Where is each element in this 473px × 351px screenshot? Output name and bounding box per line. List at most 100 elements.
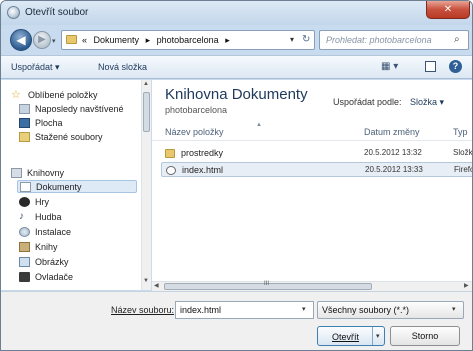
back-button[interactable]: ◀ (10, 29, 32, 51)
split-divider (372, 327, 373, 345)
nav-desktop[interactable]: Plocha (19, 116, 63, 129)
column-name[interactable]: Název položky (165, 127, 224, 137)
breadcrumb-dokumenty[interactable]: Dokumenty (94, 35, 140, 45)
preview-pane-icon[interactable] (425, 61, 436, 72)
nav-label: Oblíbené položky (28, 89, 98, 100)
nav-label: Ovladače (35, 271, 74, 282)
search-placeholder: Prohledat: photobarcelona (326, 35, 432, 45)
open-button-label: Otevřít (332, 332, 360, 342)
nav-recent-places[interactable]: Naposledy navštívené (19, 102, 124, 115)
chevron-down-icon[interactable]: ▾ (290, 35, 294, 44)
filetype-value: Všechny soubory (*.*) (322, 305, 410, 315)
arrange-by-dropdown[interactable]: Složka ▾ (410, 97, 444, 108)
nav-downloads[interactable]: Stažené soubory (19, 130, 103, 143)
file-type: Složk (453, 148, 473, 157)
column-date[interactable]: Datum změny (364, 127, 420, 137)
music-icon: ♪ (19, 210, 24, 222)
open-file-dialog: Otevřít soubor ✕ ◀ ▶ ▾ « Dokumenty ▸ pho… (0, 0, 473, 351)
app-icon (7, 6, 20, 19)
star-icon: ☆ (11, 88, 21, 101)
file-date: 20.5.2012 13:33 (365, 165, 423, 174)
books-icon (19, 241, 30, 252)
nav-installs[interactable]: Instalace (19, 225, 71, 238)
scroll-up-icon[interactable]: ▲ (143, 81, 149, 87)
table-row[interactable]: index.html 20.5.2012 13:33 Firefo (161, 162, 473, 177)
cancel-button[interactable]: Storno (390, 326, 460, 346)
breadcrumb: « Dokumenty ▸ photobarcelona ▸ (82, 35, 234, 46)
scrollbar-thumb[interactable] (143, 92, 150, 132)
search-input[interactable]: Prohledat: photobarcelona ⌕ (319, 30, 469, 50)
html-file-icon (166, 166, 176, 175)
forward-button[interactable]: ▶ (33, 31, 51, 49)
nav-libraries[interactable]: Knihovny (11, 166, 64, 179)
nav-pictures[interactable]: Obrázky (19, 255, 69, 268)
breadcrumb-separator[interactable]: ▸ (146, 35, 151, 45)
games-icon (19, 196, 30, 207)
chevron-down-icon[interactable]: ▾ (376, 332, 380, 340)
nav-label: Knihy (35, 241, 58, 252)
documents-icon (20, 181, 31, 192)
open-button[interactable]: Otevřít ▾ (317, 326, 385, 346)
filetype-select[interactable]: Všechny soubory (*.*) ▾ (317, 301, 464, 319)
organize-button[interactable]: Uspořádat ▾ (11, 62, 60, 73)
table-row[interactable]: prostredky 20.5.2012 13:32 Složk (161, 146, 473, 161)
nav-label: Dokumenty (36, 181, 82, 192)
breadcrumb-overflow[interactable]: « (82, 35, 87, 45)
nav-label: Plocha (35, 117, 63, 128)
file-list-scrollbar[interactable]: ◀ III ▶ (152, 281, 472, 291)
library-title: Knihovna Dokumenty (165, 86, 308, 103)
close-button[interactable]: ✕ (426, 1, 470, 19)
nav-favorites[interactable]: ☆ Oblíbené položky (11, 88, 98, 101)
nav-games[interactable]: Hry (19, 195, 49, 208)
scroll-down-icon[interactable]: ▼ (143, 278, 149, 284)
address-row: ◀ ▶ ▾ « Dokumenty ▸ photobarcelona ▸ ▾ ↻… (1, 25, 472, 55)
recent-places-icon (19, 103, 30, 114)
chevron-down-icon[interactable]: ▾ (452, 305, 456, 313)
title-bar: Otevřít soubor ✕ (1, 1, 472, 25)
nav-music[interactable]: ♪ Hudba (19, 210, 62, 223)
address-bar[interactable]: « Dokumenty ▸ photobarcelona ▸ ▾ ↻ (61, 30, 315, 50)
drivers-icon (19, 271, 30, 282)
column-type[interactable]: Typ (453, 127, 468, 137)
refresh-icon[interactable]: ↻ (302, 34, 310, 45)
library-subtitle: photobarcelona (165, 105, 228, 115)
breadcrumb-separator[interactable]: ▸ (225, 35, 230, 45)
nav-label: Hry (35, 196, 49, 207)
views-icon[interactable]: ▦ ▾ (381, 61, 398, 72)
desktop-icon (19, 117, 30, 128)
folder-icon (66, 35, 77, 44)
scroll-right-icon[interactable]: ▶ (464, 282, 469, 289)
nav-drivers[interactable]: Ovladače (19, 270, 73, 283)
nav-label: Instalace (35, 226, 72, 237)
scroll-left-icon[interactable]: ◀ (154, 282, 159, 289)
nav-label: Naposledy navštívené (35, 103, 124, 114)
breadcrumb-photobarcelona[interactable]: photobarcelona (157, 35, 219, 45)
filename-input[interactable]: index.html ▾ (175, 301, 314, 319)
navigation-pane: ☆ Oblíbené položky Naposledy navštívené … (1, 80, 151, 290)
new-folder-button[interactable]: Nová složka (98, 62, 147, 72)
window-title: Otevřít soubor (25, 7, 89, 18)
file-form: Název souboru: index.html ▾ Všechny soub… (1, 291, 472, 350)
file-name: prostredky (181, 148, 224, 158)
scrollbar-grip: III (264, 281, 270, 287)
chevron-down-icon[interactable]: ▾ (302, 305, 306, 313)
filename-label: Název souboru: (111, 305, 175, 315)
nav-documents[interactable]: Dokumenty (17, 180, 137, 193)
disc-icon (19, 226, 30, 237)
file-name: index.html (182, 165, 224, 175)
nav-scrollbar[interactable]: ▲ ▼ (141, 80, 151, 290)
downloads-icon (19, 131, 30, 142)
filename-value: index.html (180, 305, 222, 315)
help-icon[interactable]: ? (449, 60, 462, 73)
search-icon[interactable]: ⌕ (454, 34, 460, 45)
nav-label: Hudba (35, 211, 62, 222)
recent-locations-dropdown[interactable]: ▾ (52, 37, 56, 45)
file-list-pane: Knihovna Dokumenty photobarcelona Uspořá… (152, 80, 473, 290)
nav-label: Stažené soubory (35, 131, 103, 142)
libraries-icon (11, 167, 22, 178)
nav-label: Obrázky (35, 256, 69, 267)
nav-label: Knihovny (27, 167, 65, 178)
pictures-icon (19, 256, 30, 267)
file-type: Firefo (454, 165, 473, 174)
nav-books[interactable]: Knihy (19, 240, 58, 253)
